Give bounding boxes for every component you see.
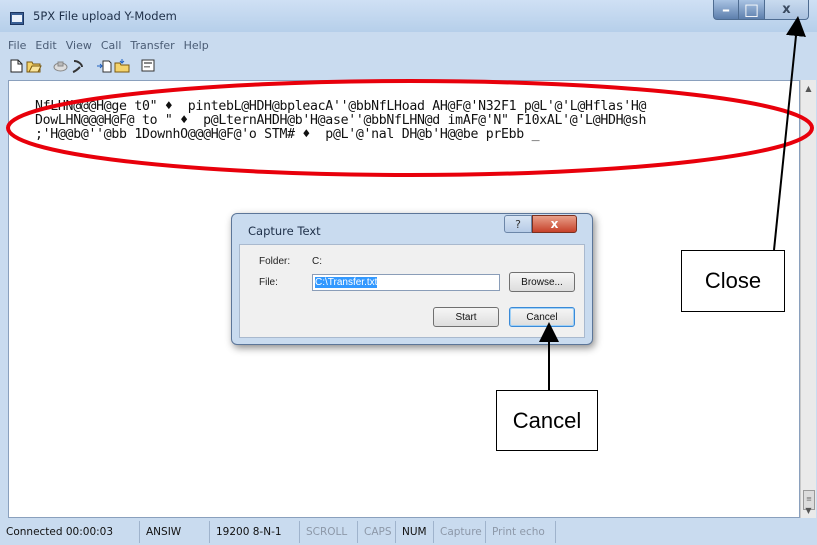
status-num: NUM bbox=[396, 521, 434, 543]
menu-help[interactable]: Help bbox=[184, 39, 209, 55]
close-callout: Close bbox=[681, 250, 785, 312]
app-icon bbox=[10, 10, 24, 25]
cancel-callout: Cancel bbox=[496, 390, 598, 451]
cancel-button[interactable]: Cancel bbox=[509, 307, 575, 327]
properties-icon[interactable] bbox=[140, 58, 156, 74]
terminal-line: DowLHN@@@H@F@ to " ♦ p@LternAHDH@b'H@ase… bbox=[35, 113, 647, 128]
terminal-line: NfLHN@@@H@ge t0" ♦ pintebL@HDH@bpleacA''… bbox=[35, 99, 647, 114]
dialog-close-button[interactable]: x bbox=[532, 215, 577, 233]
status-emulation: ANSIW bbox=[140, 521, 210, 543]
folder-value: C: bbox=[312, 256, 322, 267]
open-icon[interactable] bbox=[26, 58, 42, 74]
scroll-down-icon[interactable]: ▼ bbox=[801, 502, 816, 518]
menu-call[interactable]: Call bbox=[101, 39, 122, 55]
menu-view[interactable]: View bbox=[66, 39, 92, 55]
toolbar bbox=[8, 57, 158, 75]
menu-transfer[interactable]: Transfer bbox=[130, 39, 174, 55]
file-field-value: C:\Transfer.txt bbox=[315, 277, 378, 288]
menu-file[interactable]: File bbox=[8, 39, 26, 55]
status-print-echo: Print echo bbox=[486, 521, 556, 543]
scroll-up-icon[interactable]: ▲ bbox=[801, 80, 816, 96]
menu-bar: File Edit View Call Transfer Help bbox=[8, 39, 218, 55]
status-caps: CAPS bbox=[358, 521, 396, 543]
connect-icon[interactable] bbox=[70, 58, 86, 74]
send-icon[interactable] bbox=[96, 58, 112, 74]
minimize-button[interactable]: – bbox=[713, 0, 739, 20]
dialog-title: Capture Text bbox=[248, 224, 321, 238]
status-capture: Capture bbox=[434, 521, 486, 543]
receive-icon[interactable] bbox=[114, 58, 130, 74]
folder-label: Folder: bbox=[259, 256, 291, 267]
dialog-help-button[interactable]: ? bbox=[504, 215, 532, 233]
window-title: 5PX File upload Y-Modem bbox=[33, 9, 177, 23]
file-field[interactable]: C:\Transfer.txt bbox=[312, 274, 500, 291]
vertical-scrollbar[interactable]: ▲ ≡ ▼ bbox=[800, 80, 816, 518]
window-controls: – □ x bbox=[713, 0, 809, 20]
disconnect-icon[interactable] bbox=[52, 58, 68, 74]
file-label: File: bbox=[259, 277, 278, 288]
status-settings: 19200 8-N-1 bbox=[210, 521, 300, 543]
maximize-button[interactable]: □ bbox=[739, 0, 765, 20]
new-icon[interactable] bbox=[8, 58, 24, 74]
browse-button[interactable]: Browse... bbox=[509, 272, 575, 292]
status-scroll: SCROLL bbox=[300, 521, 358, 543]
title-bar[interactable]: 5PX File upload Y-Modem – □ x bbox=[0, 0, 817, 32]
app-window: 5PX File upload Y-Modem – □ x File Edit … bbox=[0, 0, 817, 545]
close-button[interactable]: x bbox=[765, 0, 809, 20]
terminal-line: ;'H@@b@''@bb 1DownhO@@@H@F@'o STM# ♦ p@L… bbox=[35, 127, 540, 142]
start-button[interactable]: Start bbox=[433, 307, 499, 327]
dialog-body: Folder: C: File: C:\Transfer.txt Browse.… bbox=[239, 244, 585, 338]
menu-edit[interactable]: Edit bbox=[35, 39, 56, 55]
status-connected: Connected 00:00:03 bbox=[0, 521, 140, 543]
status-bar: Connected 00:00:03 ANSIW 19200 8-N-1 SCR… bbox=[0, 519, 817, 545]
capture-text-dialog: Capture Text ? x Folder: C: File: C:\Tra… bbox=[231, 213, 593, 345]
